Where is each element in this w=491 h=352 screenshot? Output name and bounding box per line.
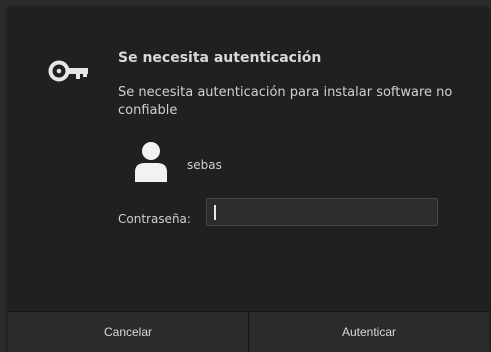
- avatar-icon: [135, 142, 167, 182]
- user-row: sebas: [134, 140, 334, 188]
- cancel-button[interactable]: Cancelar: [8, 312, 248, 352]
- text-caret: [214, 205, 216, 220]
- dialog-description: Se necesita autenticación para instalar …: [118, 85, 453, 118]
- username: sebas: [187, 158, 222, 172]
- key-icon: [48, 60, 88, 82]
- button-bar: Cancelar Autenticar: [8, 311, 489, 352]
- password-input[interactable]: [206, 198, 438, 226]
- dialog-title: Se necesita autenticación: [118, 50, 322, 66]
- authenticate-button[interactable]: Autenticar: [248, 312, 489, 352]
- auth-dialog: Se necesita autenticación Se necesita au…: [8, 8, 489, 352]
- password-label: Contraseña:: [118, 212, 191, 226]
